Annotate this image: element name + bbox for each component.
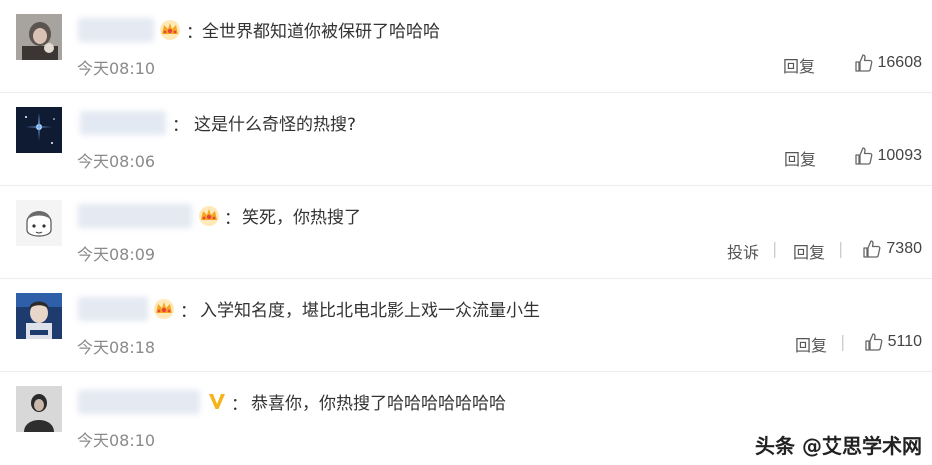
timestamp: 今天08:06 bbox=[77, 152, 156, 171]
comment-text: 笑死，你热搜了 bbox=[242, 208, 361, 228]
reply-button[interactable]: 回复 bbox=[795, 332, 827, 356]
divider: | bbox=[840, 332, 846, 351]
crown-icon bbox=[152, 296, 176, 320]
thumbs-up-icon bbox=[854, 53, 874, 73]
like-count: 7380 bbox=[886, 240, 922, 257]
crown-icon bbox=[197, 203, 221, 227]
verified-v-icon bbox=[205, 389, 229, 413]
like-button[interactable]: 7380 bbox=[862, 239, 922, 259]
comment-item: ： 入学知名度，堪比北电北影上戏一众流量小生 今天08:18 回复 | 5110 bbox=[0, 279, 932, 372]
avatar[interactable] bbox=[16, 293, 62, 339]
thumbs-up-icon bbox=[854, 146, 874, 166]
like-button[interactable]: 5110 bbox=[864, 332, 922, 352]
like-count: 10093 bbox=[877, 147, 923, 164]
divider: | bbox=[838, 239, 844, 258]
watermark-text: 头条 @艾思学术网 bbox=[755, 434, 922, 458]
timestamp: 今天08:10 bbox=[77, 431, 156, 450]
username-redacted[interactable] bbox=[80, 111, 166, 135]
reply-button[interactable]: 回复 bbox=[783, 53, 815, 77]
timestamp: 今天08:18 bbox=[77, 338, 156, 357]
thumbs-up-icon bbox=[864, 332, 884, 352]
reply-button[interactable]: 回复 bbox=[784, 146, 816, 170]
comment-text: 这是什么奇怪的热搜? bbox=[194, 115, 357, 135]
like-button[interactable]: 10093 bbox=[854, 146, 923, 166]
username-redacted[interactable] bbox=[78, 18, 154, 42]
like-button[interactable]: 16608 bbox=[854, 53, 923, 73]
comment-item: ： 全世界都知道你被保研了哈哈哈 今天08:10 回复 16608 bbox=[0, 0, 932, 93]
timestamp: 今天08:09 bbox=[77, 245, 156, 264]
colon: ： bbox=[231, 395, 248, 415]
comment-item: ： 笑死，你热搜了 今天08:09 投诉 | 回复 | 7380 bbox=[0, 186, 932, 279]
colon: ： bbox=[172, 116, 189, 136]
timestamp: 今天08:10 bbox=[77, 59, 156, 78]
username-redacted[interactable] bbox=[78, 390, 200, 414]
colon: ： bbox=[224, 209, 241, 229]
watermark: 头条 @艾思学术网 bbox=[755, 430, 922, 459]
comment-text: 全世界都知道你被保研了哈哈哈 bbox=[202, 22, 440, 42]
comment-text: 入学知名度，堪比北电北影上戏一众流量小生 bbox=[200, 301, 540, 321]
like-count: 5110 bbox=[887, 333, 922, 350]
colon: ： bbox=[180, 302, 197, 322]
username-redacted[interactable] bbox=[78, 297, 148, 321]
avatar[interactable] bbox=[16, 14, 62, 60]
divider: | bbox=[772, 239, 778, 258]
avatar[interactable] bbox=[16, 386, 62, 432]
avatar[interactable] bbox=[16, 200, 62, 246]
crown-icon bbox=[158, 17, 182, 41]
avatar[interactable] bbox=[16, 107, 62, 153]
like-count: 16608 bbox=[877, 54, 923, 71]
report-button[interactable]: 投诉 bbox=[727, 239, 759, 263]
reply-button[interactable]: 回复 bbox=[793, 239, 825, 263]
comment-item: ： 这是什么奇怪的热搜? 今天08:06 回复 10093 bbox=[0, 93, 932, 186]
username-redacted[interactable] bbox=[78, 204, 192, 228]
colon: ： bbox=[186, 23, 203, 43]
thumbs-up-icon bbox=[862, 239, 882, 259]
comment-text: 恭喜你，你热搜了哈哈哈哈哈哈哈 bbox=[251, 394, 506, 414]
